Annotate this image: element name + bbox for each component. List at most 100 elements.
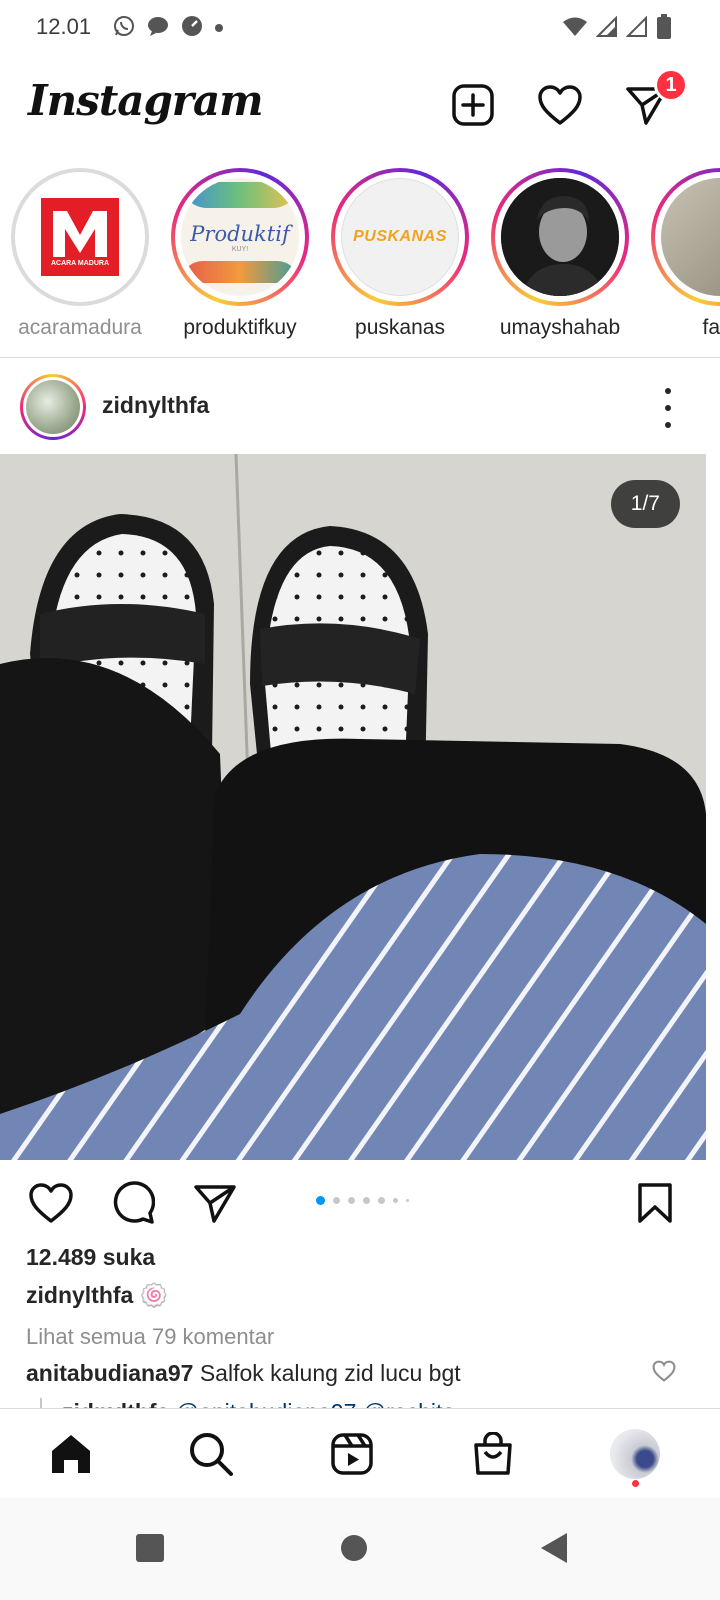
plus-square-icon — [452, 84, 494, 126]
recents-button[interactable] — [130, 1528, 170, 1568]
produktif-logo-text: Produktif — [190, 221, 290, 246]
instagram-logo[interactable]: Instagram — [28, 76, 264, 125]
story-item[interactable]: ACARA MADURA acaramadura — [0, 168, 160, 340]
story-item[interactable]: Produktif KUY! produktifkuy — [160, 168, 320, 340]
carousel-dot — [378, 1197, 385, 1204]
comment-button[interactable] — [108, 1178, 158, 1228]
nav-reels[interactable] — [325, 1427, 379, 1481]
story-ring: PUSKANAS — [331, 168, 469, 306]
save-button[interactable] — [630, 1178, 680, 1228]
nav-home[interactable] — [44, 1427, 98, 1481]
whatsapp-icon — [112, 14, 136, 43]
share-button[interactable] — [190, 1178, 240, 1228]
like-button[interactable] — [26, 1178, 76, 1228]
nav-shop[interactable] — [466, 1427, 520, 1481]
avatar — [26, 380, 80, 434]
heart-icon — [538, 85, 582, 125]
top-bar: Instagram 1 — [0, 62, 720, 148]
comment-username[interactable]: anitabudiana97 — [26, 1360, 193, 1386]
status-time: 12.01 — [36, 14, 92, 39]
more-dot-icon — [665, 422, 671, 428]
comment-text: Salfok kalung zid lucu bgt — [199, 1360, 461, 1386]
send-icon — [194, 1185, 236, 1223]
back-triangle-icon — [541, 1533, 567, 1563]
stories-tray: ACARA MADURA acaramadura Produktif KUY! … — [0, 168, 720, 358]
carousel-indicator — [316, 1196, 409, 1205]
status-right-icons — [562, 14, 672, 45]
story-avatar-puskanas: PUSKANAS — [341, 178, 459, 296]
stories-divider — [0, 357, 720, 358]
acara-madura-logo: ACARA MADURA — [41, 198, 119, 276]
signal-icon — [625, 15, 648, 43]
home-system-button[interactable] — [334, 1528, 374, 1568]
post-author-username[interactable]: zidnylthfa — [102, 392, 209, 419]
view-all-comments-link[interactable]: Lihat semua 79 komentar — [26, 1324, 274, 1350]
story-item[interactable]: fath — [640, 168, 720, 340]
story-ring — [491, 168, 629, 306]
new-post-button[interactable] — [448, 80, 498, 130]
story-ring: ACARA MADURA — [11, 168, 149, 306]
carousel-dot — [393, 1198, 398, 1203]
media-counter: 1/7 — [610, 480, 680, 528]
carousel-dot — [333, 1197, 340, 1204]
post-header: zidnylthfa — [0, 372, 720, 442]
more-dot-icon — [665, 388, 671, 394]
post-photo — [0, 454, 706, 1160]
story-username: acaramadura — [18, 316, 142, 339]
caption-username[interactable]: zidnylthfa — [26, 1282, 133, 1308]
search-icon — [190, 1433, 233, 1476]
heart-icon — [652, 1360, 676, 1382]
avatar — [610, 1429, 660, 1479]
story-avatar-produktifkuy: Produktif KUY! — [181, 178, 299, 296]
likes-count[interactable]: 12.489 suka — [26, 1244, 155, 1271]
bottom-navigation — [0, 1408, 720, 1498]
story-item[interactable]: PUSKANAS puskanas — [320, 168, 480, 340]
back-button[interactable] — [534, 1528, 574, 1568]
reels-icon — [331, 1433, 373, 1475]
battery-icon — [656, 14, 672, 45]
profile-notification-dot — [632, 1480, 639, 1487]
post-caption: zidnylthfa 🍥 — [26, 1282, 168, 1309]
post-actions — [0, 1172, 720, 1232]
home-icon — [52, 1435, 90, 1473]
signal-icon — [595, 15, 618, 43]
shop-icon — [474, 1432, 512, 1475]
story-username: fath — [702, 316, 720, 339]
produktif-logo-sub: KUY! — [231, 245, 249, 253]
direct-messages-button[interactable]: 1 — [622, 68, 688, 130]
more-dot-icon — [665, 405, 671, 411]
square-icon — [136, 1534, 164, 1562]
acara-madura-caption: ACARA MADURA — [50, 260, 110, 267]
post-media[interactable]: 1/7 — [0, 454, 706, 1160]
carousel-dot — [406, 1199, 409, 1202]
system-navigation-bar — [0, 1498, 720, 1600]
dot-icon — [214, 20, 224, 38]
story-username: produktifkuy — [183, 316, 297, 339]
activity-button[interactable] — [535, 80, 585, 130]
bookmark-icon — [638, 1183, 672, 1223]
nav-search[interactable] — [184, 1427, 238, 1481]
comment-item: anitabudiana97 Salfok kalung zid lucu bg… — [26, 1360, 666, 1387]
story-avatar-fath — [661, 178, 720, 296]
story-username: puskanas — [355, 316, 445, 339]
messages-badge: 1 — [654, 68, 688, 102]
comment-like-button[interactable] — [652, 1360, 676, 1387]
post-author-avatar[interactable] — [20, 374, 86, 440]
status-left-icons — [112, 14, 224, 43]
speedometer-icon — [180, 14, 204, 43]
message-icon — [146, 14, 170, 43]
nav-profile[interactable] — [608, 1427, 662, 1481]
carousel-dot — [316, 1196, 325, 1205]
status-bar: 12.01 — [0, 0, 720, 52]
story-avatar-umayshahab — [501, 178, 619, 296]
comment-icon — [113, 1181, 155, 1224]
caption-text: 🍥 — [139, 1282, 169, 1308]
carousel-dot — [348, 1197, 355, 1204]
story-item[interactable]: umayshahab — [480, 168, 640, 340]
story-avatar-acaramadura: ACARA MADURA — [21, 178, 139, 296]
heart-icon — [29, 1183, 73, 1223]
post-options-button[interactable] — [656, 388, 680, 428]
story-ring: Produktif KUY! — [171, 168, 309, 306]
story-username: umayshahab — [499, 316, 621, 339]
wifi-icon — [562, 16, 588, 43]
